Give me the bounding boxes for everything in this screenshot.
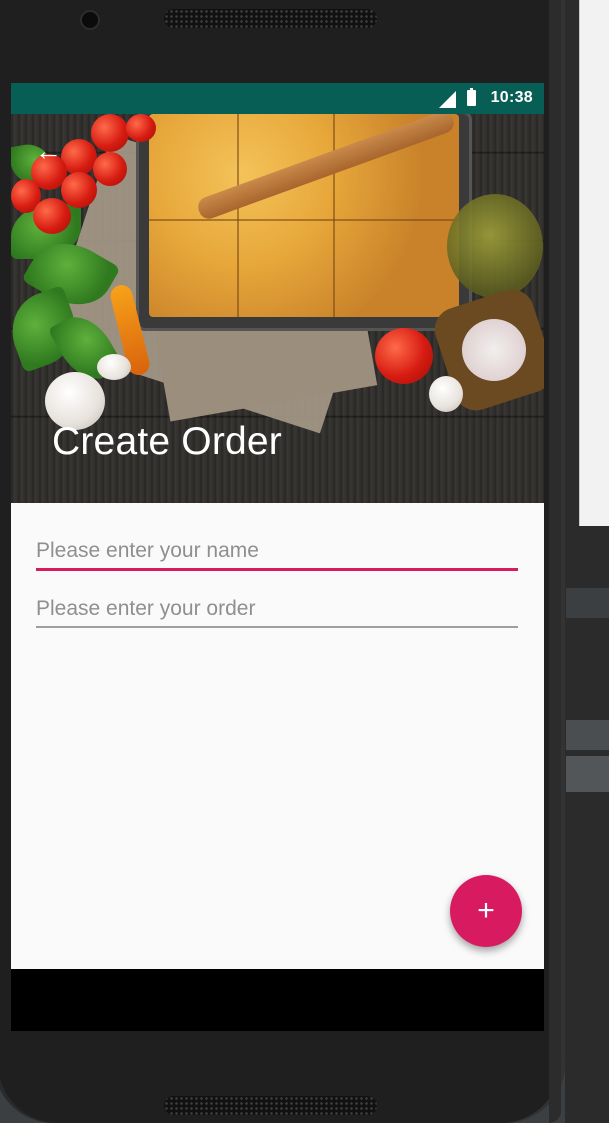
ide-band xyxy=(566,720,609,750)
top-speaker-grille xyxy=(164,9,377,28)
ide-band xyxy=(566,588,609,618)
cherry-tomato-illustration xyxy=(93,152,127,186)
name-input-underline xyxy=(36,568,518,571)
garlic-clove-illustration xyxy=(97,354,131,380)
add-order-button[interactable]: + xyxy=(450,875,522,947)
lasagna-cut xyxy=(333,114,335,317)
ide-popup-panel xyxy=(579,0,609,526)
status-time: 10:38 xyxy=(490,89,533,106)
page-title: Create Order xyxy=(52,420,282,463)
oil-bottle-illustration xyxy=(447,194,543,298)
lasagna-cut xyxy=(237,114,239,317)
navigation-bar xyxy=(11,969,544,1031)
garlic-clove-illustration xyxy=(429,376,463,412)
device-screen: 10:38 ← Create Order Please enter your n… xyxy=(11,83,544,1031)
header-image: ← Create Order xyxy=(11,114,544,503)
ide-band xyxy=(566,756,609,792)
battery-icon xyxy=(467,88,476,106)
cherry-tomato-illustration xyxy=(91,114,129,152)
cherry-tomato-illustration xyxy=(126,114,156,142)
plus-icon: + xyxy=(477,894,495,927)
lasagna-cut xyxy=(149,219,459,221)
name-input[interactable] xyxy=(36,539,518,568)
phone-side-edge xyxy=(549,0,561,1123)
cherry-tomato-illustration xyxy=(375,328,433,384)
status-bar: 10:38 xyxy=(11,83,544,114)
cherry-tomato-illustration xyxy=(61,172,97,208)
cherry-tomato-illustration xyxy=(33,198,71,234)
order-field[interactable] xyxy=(36,597,518,628)
name-field[interactable] xyxy=(36,539,518,571)
back-arrow-icon[interactable]: ← xyxy=(35,136,65,166)
front-camera xyxy=(80,10,100,30)
signal-icon xyxy=(439,91,456,108)
order-input-underline xyxy=(36,626,518,628)
bottom-speaker-grille xyxy=(164,1096,377,1115)
order-input[interactable] xyxy=(36,597,518,626)
salt-illustration xyxy=(462,319,526,381)
